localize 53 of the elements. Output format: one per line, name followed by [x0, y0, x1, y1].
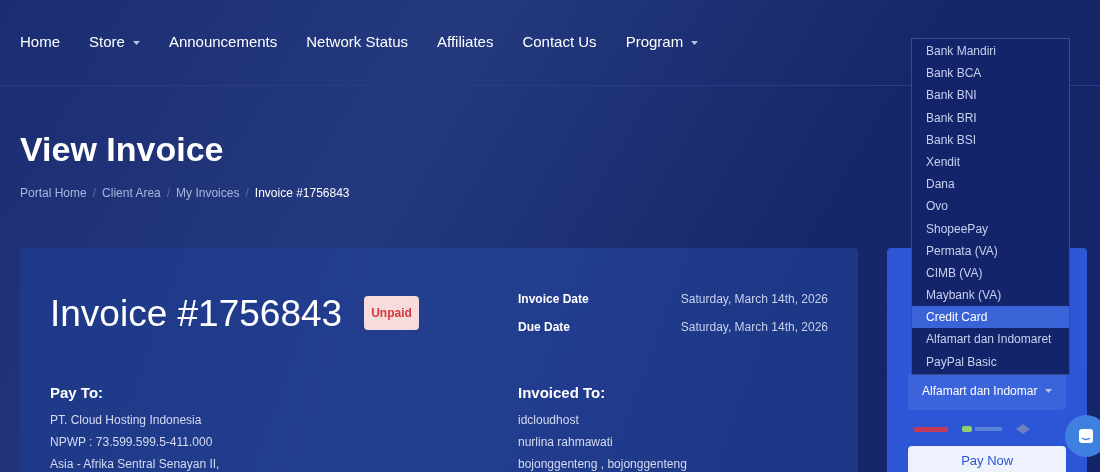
nav-link[interactable]: Affiliates: [437, 31, 494, 54]
nav-link[interactable]: Contact Us: [522, 31, 597, 54]
address-line: bojonggenteng , bojonggenteng: [518, 455, 688, 472]
invoice-title: Invoice #1756843: [50, 294, 343, 332]
dropdown-option[interactable]: Bank BCA: [912, 62, 1069, 85]
caret-icon: [691, 40, 699, 45]
nav-link[interactable]: Program: [625, 31, 699, 54]
address-line: PT. Cloud Hosting Indonesia: [50, 411, 203, 429]
date-value: Saturday, March 14th, 2026: [680, 319, 828, 336]
dropdown-option[interactable]: Dana: [912, 173, 1069, 196]
payment-logo-icon: [1016, 424, 1030, 434]
breadcrumb-current: Invoice #1756843: [254, 185, 350, 202]
dropdown-option[interactable]: Bank BSI: [912, 128, 1069, 151]
dropdown-option[interactable]: Credit Card: [912, 306, 1069, 329]
date-value: Saturday, March 14th, 2026: [680, 291, 828, 308]
breadcrumb-separator: /: [92, 185, 97, 202]
breadcrumb-link[interactable]: Client Area: [102, 184, 161, 202]
page-title: View Invoice: [20, 132, 224, 166]
chat-icon: [1078, 428, 1094, 444]
date-label: Due Date: [518, 319, 570, 336]
breadcrumb-separator: /: [166, 185, 171, 202]
payment-logo-icon: [914, 426, 948, 432]
dropdown-option[interactable]: Maybank (VA): [912, 284, 1069, 307]
dropdown-option[interactable]: Alfamart dan Indomaret: [912, 328, 1069, 351]
dropdown-option[interactable]: PayPal Basic: [912, 350, 1069, 373]
address-line: idcloudhost: [518, 411, 580, 429]
breadcrumb-link[interactable]: Portal Home: [20, 184, 87, 202]
nav-link[interactable]: Home: [20, 31, 60, 54]
nav-link[interactable]: Network Status: [306, 31, 408, 54]
nav-link[interactable]: Store: [89, 31, 140, 54]
dropdown-option[interactable]: Bank BRI: [912, 106, 1069, 129]
nav-link[interactable]: Announcements: [168, 31, 278, 54]
dropdown-option[interactable]: Bank Mandiri: [912, 40, 1069, 63]
breadcrumb-link[interactable]: My Invoices: [176, 184, 240, 202]
address-heading: Invoiced To:: [518, 383, 607, 403]
date-label: Invoice Date: [518, 291, 589, 308]
payment-method-select[interactable]: Alfamart dan Indomar: [908, 372, 1067, 410]
caret-icon: [132, 40, 140, 45]
address-line: Asia - Afrika Sentral Senayan II,: [50, 455, 221, 472]
caret-icon: [1045, 389, 1053, 393]
dropdown-option[interactable]: Bank BNI: [912, 84, 1069, 107]
dropdown-option[interactable]: ShopeePay: [912, 217, 1069, 240]
dropdown-option[interactable]: Permata (VA): [912, 239, 1069, 262]
address-line: nurlina rahmawati: [518, 433, 614, 451]
breadcrumb-separator: /: [245, 185, 249, 202]
dropdown-option[interactable]: CIMB (VA): [912, 261, 1069, 285]
pay-now-button[interactable]: Pay Now: [908, 446, 1067, 472]
status-badge: Unpaid: [364, 296, 419, 330]
dropdown-option[interactable]: Xendit: [912, 150, 1069, 174]
payment-logo-icon: [962, 426, 1002, 432]
address-heading: Pay To:: [50, 383, 105, 403]
address-line: NPWP : 73.599.599.5-411.000: [50, 433, 214, 451]
dropdown-option[interactable]: Ovo: [912, 195, 1069, 218]
